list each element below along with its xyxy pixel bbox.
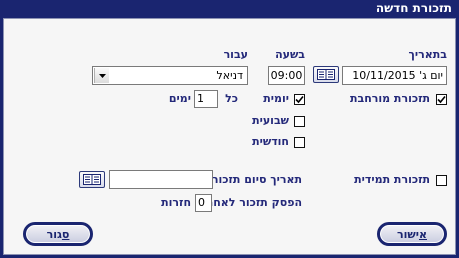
ok-button-mnemonic: א bbox=[418, 227, 427, 241]
title-bar: תזכורת חדשה bbox=[0, 0, 459, 18]
date-calendar-button[interactable] bbox=[313, 66, 339, 83]
close-button[interactable]: סגור bbox=[23, 222, 93, 246]
time-field[interactable]: 09:00 bbox=[268, 66, 305, 85]
monthly-label: חודשית bbox=[252, 135, 289, 148]
permanent-checkbox[interactable] bbox=[436, 175, 447, 186]
close-button-mnemonic: ס bbox=[61, 227, 70, 241]
close-button-text: גור bbox=[46, 227, 62, 241]
for-label: עבור bbox=[223, 48, 248, 61]
dialog-body: בתאריך בשעה עבור יום ג' 10/11/2015 09:00… bbox=[3, 18, 456, 255]
permanent-label: תזכורת תמידית bbox=[354, 173, 430, 186]
checkmark-icon bbox=[437, 95, 446, 104]
every-label: כל bbox=[225, 92, 238, 105]
dropdown-arrow-icon bbox=[98, 73, 106, 78]
days-label: ימים bbox=[168, 92, 191, 105]
every-days-field[interactable]: 1 bbox=[194, 90, 218, 108]
ok-button-text: ישור bbox=[397, 227, 419, 241]
reminder-dialog: תזכורת חדשה בתאריך בשעה עבור יום ג' 10/1… bbox=[0, 0, 459, 258]
calendar-icon bbox=[317, 69, 335, 80]
end-date-label: תאריך סיום תזכור bbox=[211, 173, 302, 186]
weekly-checkbox[interactable] bbox=[294, 116, 305, 127]
calendar-icon bbox=[83, 174, 101, 185]
repetitions-label: חזרות bbox=[161, 196, 191, 209]
end-date-calendar-button[interactable] bbox=[79, 171, 105, 188]
time-label: בשעה bbox=[275, 48, 305, 61]
ok-button[interactable]: אישור bbox=[377, 222, 447, 246]
date-field[interactable]: יום ג' 10/11/2015 bbox=[342, 66, 447, 85]
close-button-label: סגור bbox=[47, 228, 70, 241]
daily-label: יומית bbox=[263, 92, 289, 105]
weekly-label: שבועית bbox=[252, 114, 289, 127]
daily-checkbox[interactable] bbox=[294, 94, 305, 105]
extended-checkbox[interactable] bbox=[436, 94, 447, 105]
user-select-dropdown-button[interactable] bbox=[94, 68, 109, 83]
checkmark-icon bbox=[295, 95, 304, 104]
end-date-field[interactable] bbox=[109, 170, 213, 189]
user-select-value: דניאל bbox=[216, 69, 243, 82]
stop-after-label: הפסק תזכור לאחר bbox=[206, 196, 302, 209]
ok-button-label: אישור bbox=[397, 228, 427, 241]
stop-after-field[interactable]: 0 bbox=[195, 194, 212, 212]
user-select[interactable]: דניאל bbox=[92, 66, 248, 85]
date-label: בתאריך bbox=[408, 48, 447, 61]
window-title: תזכורת חדשה bbox=[375, 1, 452, 15]
monthly-checkbox[interactable] bbox=[294, 137, 305, 148]
extended-label: תזכורת מורחבת bbox=[349, 92, 430, 105]
